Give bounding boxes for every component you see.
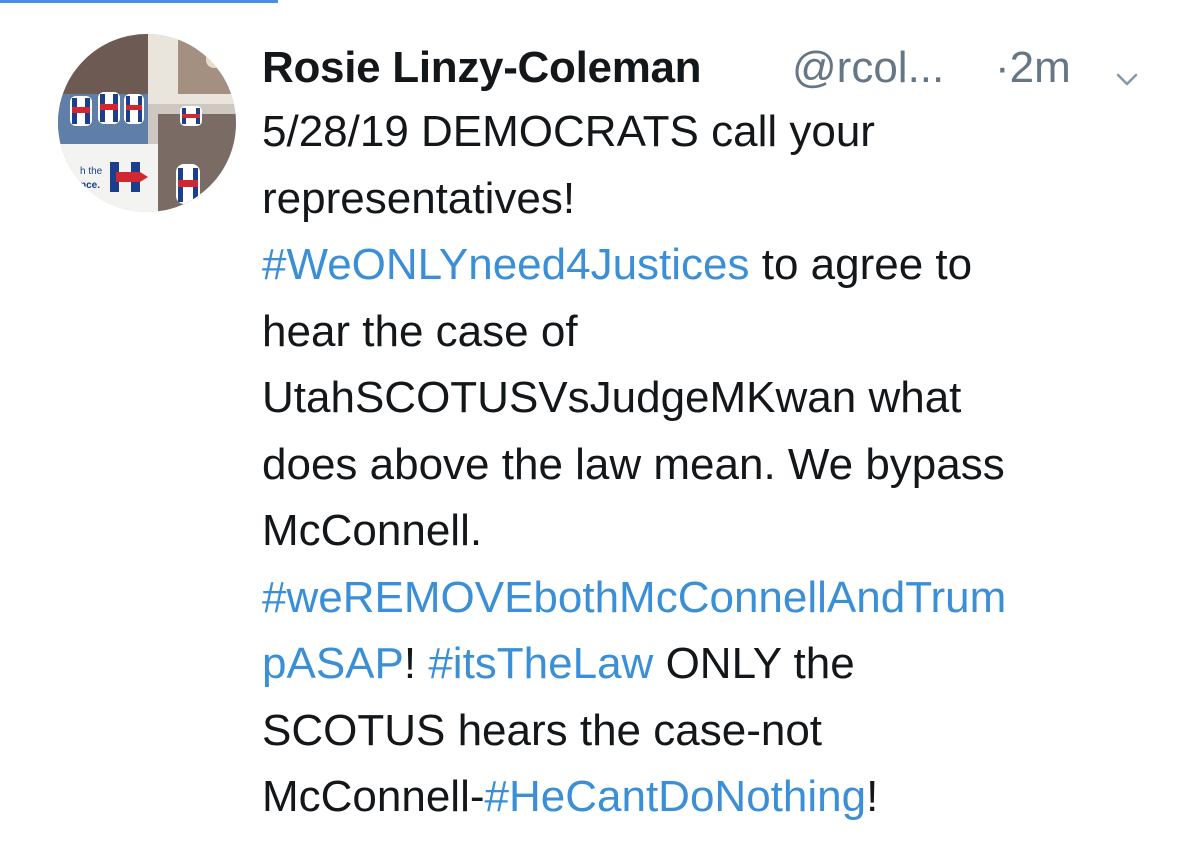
avatar-text-line1: h the [80, 166, 103, 177]
display-name[interactable]: Rosie Linzy-Coleman [262, 38, 702, 98]
tweet-text-segment: ! [866, 772, 879, 821]
tweet-text-segment: representatives! [262, 173, 576, 223]
tweet-text: 5/28/19 DEMOCRATS call your representativ… [262, 99, 1162, 831]
tweet-header: Rosie Linzy-Coleman @rcol... ·2m [262, 38, 1162, 98]
timestamp-value: 2m [1009, 43, 1071, 92]
tweet-text-line: pASAP! #itsTheLaw ONLY the [262, 631, 1162, 698]
hashtag-link[interactable]: #WeONLYneed4Justices [262, 240, 750, 289]
tweet-text-line: UtahSCOTUSVsJudgeMKwan what [262, 365, 1162, 432]
tweet-text-line: does above the law mean. We bypass [262, 432, 1162, 499]
tweet-text-segment: McConnell- [262, 772, 485, 821]
tweet-text-line: #weREMOVEbothMcConnellAndTrum [262, 565, 1162, 632]
tweet-text-segment: SCOTUS hears the case-not [262, 705, 823, 755]
tweet-text-line: 5/28/19 DEMOCRATS call your [262, 99, 1162, 166]
tweet-text-line: #WeONLYneed4Justices to agree to [262, 232, 1162, 299]
tweet-text-segment: to agree to [749, 240, 973, 289]
avatar[interactable]: h the nce. [58, 34, 236, 212]
tweet-text-line: McConnell-#HeCantDoNothing! [262, 764, 1162, 831]
tweet-text-line: SCOTUS hears the case-not [262, 698, 1162, 765]
user-handle[interactable]: @rcol... [792, 38, 944, 98]
tweet-text-line: representatives! [262, 166, 1162, 233]
chevron-down-icon[interactable] [1111, 52, 1143, 86]
timestamp[interactable]: ·2m [995, 38, 1071, 98]
tweet-text-segment: does above the law mean. We bypass [262, 439, 1005, 489]
tweet-text-segment: ONLY the [653, 639, 855, 688]
tweet-card[interactable]: h the nce. Rosie Linzy-Coleman @rcol... … [0, 0, 1200, 845]
hashtag-link[interactable]: #HeCantDoNothing [485, 772, 867, 821]
hashtag-link[interactable]: pASAP [262, 639, 404, 688]
tweet-text-line: hear the case of [262, 299, 1162, 366]
hashtag-link[interactable]: #itsTheLaw [428, 639, 653, 688]
timestamp-separator: · [995, 43, 1010, 92]
hashtag-link[interactable]: #weREMOVEbothMcConnellAndTrum [262, 573, 1006, 622]
tweet-text-segment: hear the case of [262, 306, 578, 356]
tweet-text-segment: McConnell. [262, 506, 483, 555]
avatar-text-line2: nce. [80, 180, 100, 191]
tweet-text-line: McConnell. [262, 498, 1162, 565]
tweet-text-segment: 5/28/19 DEMOCRATS call your [262, 107, 875, 156]
tweet-text-segment: ! [403, 639, 429, 688]
tweet-text-segment: UtahSCOTUSVsJudgeMKwan what [262, 373, 962, 422]
